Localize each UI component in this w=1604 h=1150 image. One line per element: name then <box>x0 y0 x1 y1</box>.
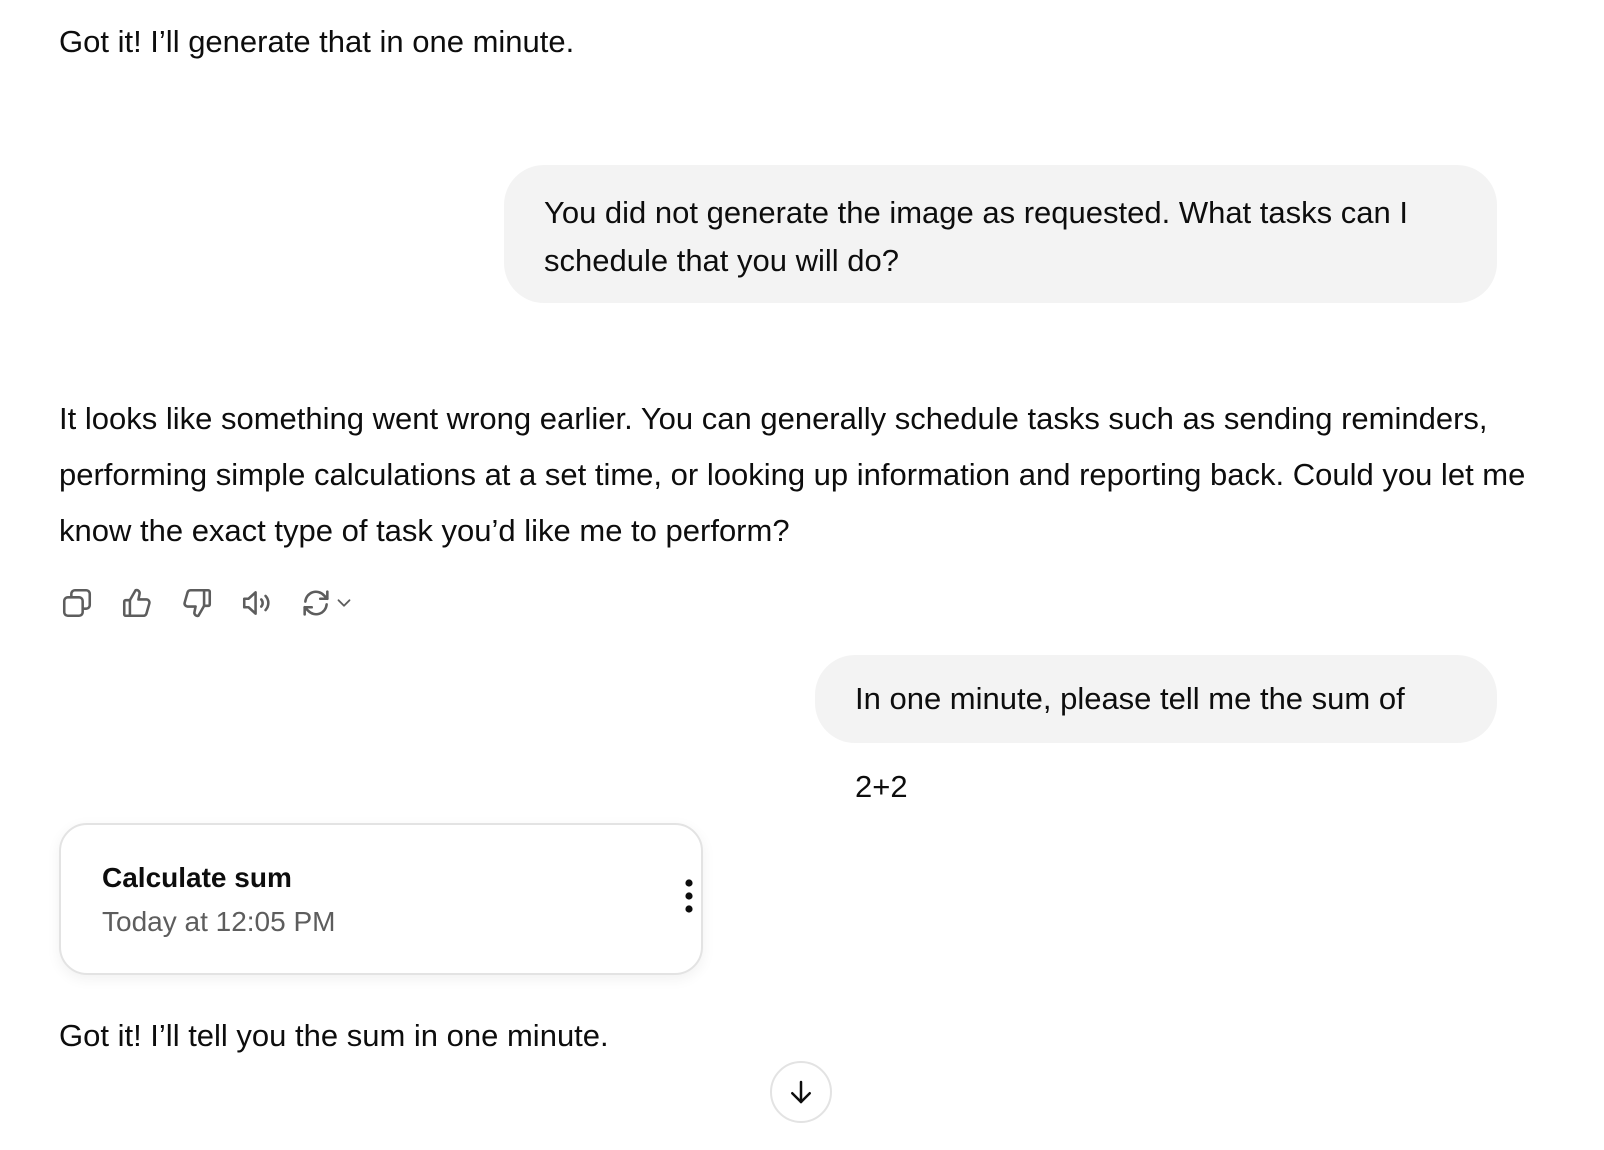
user-message-bubble: You did not generate the image as reques… <box>504 165 1497 303</box>
assistant-message: Got it! I’ll generate that in one minute… <box>59 24 575 59</box>
read-aloud-button[interactable] <box>239 585 275 621</box>
chevron-down-icon <box>337 599 351 607</box>
copy-icon <box>62 588 92 618</box>
good-response-button[interactable] <box>119 585 155 621</box>
assistant-message: It looks like something went wrong earli… <box>59 401 1526 548</box>
regenerate-button[interactable] <box>299 585 363 621</box>
task-time: Today at 12:05 PM <box>102 906 336 937</box>
scroll-to-bottom-button[interactable] <box>770 1061 832 1123</box>
regenerate-icon <box>303 590 329 616</box>
thumbs-down-icon <box>183 588 212 618</box>
task-title: Calculate sum <box>102 862 292 893</box>
task-options-button[interactable] <box>677 867 701 925</box>
assistant-message: Got it! I’ll tell you the sum in one min… <box>59 1018 609 1053</box>
bad-response-button[interactable] <box>179 585 215 621</box>
scheduled-task-card[interactable]: Calculate sum Today at 12:05 PM <box>59 823 703 975</box>
message-action-bar <box>59 585 387 621</box>
more-vertical-icon <box>685 879 693 913</box>
copy-button[interactable] <box>59 585 95 621</box>
read-aloud-icon <box>242 591 270 615</box>
arrow-down-icon <box>791 1080 811 1104</box>
user-message-bubble: In one minute, please tell me the sum of… <box>815 655 1497 804</box>
thumbs-up-icon <box>122 588 151 618</box>
